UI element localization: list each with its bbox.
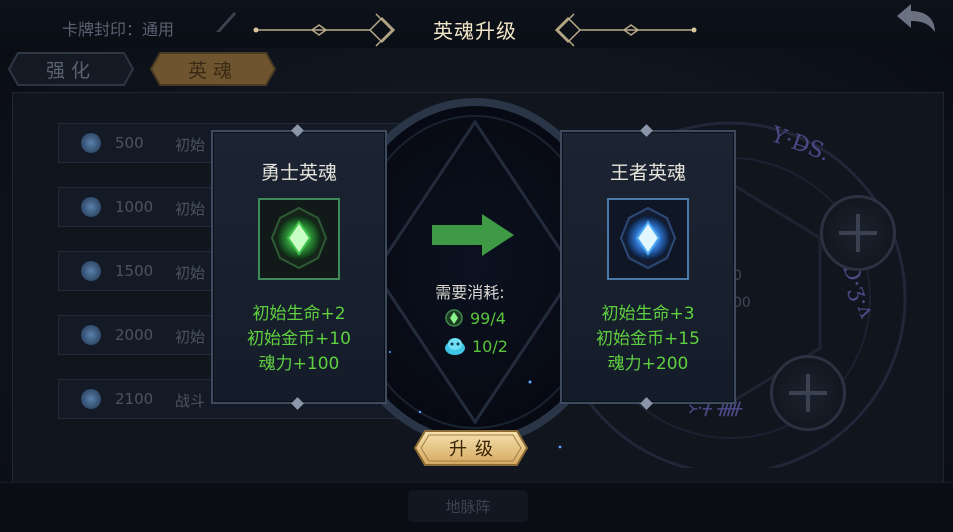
list-item-desc: 初始 <box>175 264 206 282</box>
ley-array-button[interactable]: 地脉阵 <box>408 490 528 522</box>
list-item-desc: 战斗 <box>175 392 206 410</box>
cost-value: 10/2 <box>472 336 508 356</box>
soul-coin-icon <box>81 261 101 281</box>
tab-strengthen[interactable]: 强化 <box>8 52 134 86</box>
cost-value: 99/4 <box>470 308 506 328</box>
current-soul-name: 勇士英魂 <box>260 162 337 184</box>
cost-label: 需要消耗: <box>435 283 505 302</box>
feather-icon <box>216 12 236 32</box>
soul-coin-icon <box>81 325 101 345</box>
cost-item: 10/2 <box>444 335 508 357</box>
list-item-desc: 初始 <box>175 136 206 154</box>
upgrade-button[interactable]: 升级 <box>413 429 529 467</box>
back-arrow-icon[interactable] <box>893 2 939 38</box>
game-screen: 卡牌封印：通用 强化 英魂 500 初始 1000 初始 1500 初始 200… <box>0 0 953 532</box>
list-item-desc: 初始 <box>175 200 206 218</box>
upgrade-button-label: 升级 <box>449 439 501 460</box>
stat-line: 初始生命+3 <box>601 304 695 324</box>
current-soul-icon-frame <box>258 198 340 280</box>
tab-hero-soul[interactable]: 英魂 <box>150 52 276 86</box>
card-seal-label: 卡牌封印：通用 <box>62 20 175 39</box>
blue-slime-icon <box>445 338 465 355</box>
stat-line: 初始金币+10 <box>247 329 351 349</box>
current-soul-stats: 初始生命+2 初始金币+10 魂力+100 <box>213 302 385 377</box>
upgrade-arrow-icon <box>432 214 514 256</box>
list-item-desc: 初始 <box>175 328 206 346</box>
stat-line: 魂力+200 <box>607 354 689 374</box>
next-soul-card: 王者英魂 初始生命+3 初始金币+15 魂力+200 <box>560 124 736 410</box>
green-soul-shard-icon <box>445 309 463 327</box>
tab-hero-soul-label: 英魂 <box>187 59 238 82</box>
list-item-amount: 2100 <box>115 390 154 408</box>
next-soul-name: 王者英魂 <box>609 162 686 184</box>
blue-soul-gem-icon <box>619 206 677 270</box>
next-soul-stats: 初始生命+3 初始金币+15 魂力+200 <box>562 302 734 377</box>
cost-item: 99/4 <box>444 307 506 329</box>
stat-line: 魂力+100 <box>258 354 340 374</box>
list-item-amount: 2000 <box>115 326 154 344</box>
next-soul-icon-frame <box>607 198 689 280</box>
soul-coin-icon <box>81 133 101 153</box>
stat-line: 初始生命+2 <box>252 304 346 324</box>
dialog-title: 英魂升级 <box>433 19 517 43</box>
soul-coin-icon <box>81 197 101 217</box>
list-item-amount: 1000 <box>115 198 154 216</box>
list-item-amount: 500 <box>115 134 144 152</box>
green-soul-gem-icon <box>270 206 328 270</box>
current-soul-card: 勇士英魂 初始生命+2 初始金币+10 魂力+100 <box>211 124 387 410</box>
stat-line: 初始金币+15 <box>596 329 700 349</box>
list-item-amount: 1500 <box>115 262 154 280</box>
add-slot-button[interactable] <box>770 355 846 431</box>
soul-coin-icon <box>81 389 101 409</box>
add-slot-button[interactable] <box>820 195 896 271</box>
tab-strengthen-label: 强化 <box>45 59 96 82</box>
